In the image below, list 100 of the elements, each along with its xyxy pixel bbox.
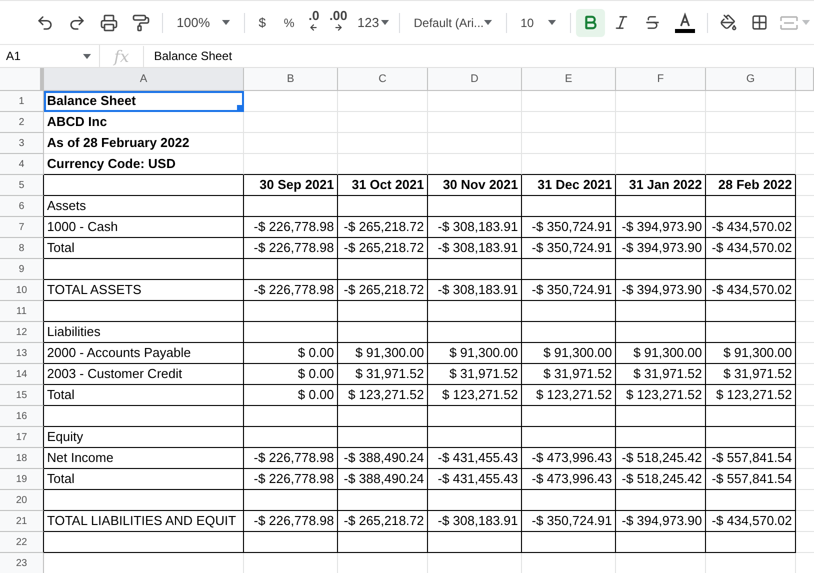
- row-number[interactable]: 5: [0, 175, 44, 196]
- table-cell: -$ 265,218.72: [338, 238, 428, 259]
- row-number[interactable]: 23: [0, 553, 44, 573]
- table-cell: 2003 - Customer Credit: [44, 364, 244, 385]
- table-cell: $ 0.00: [244, 364, 338, 385]
- font-dropdown[interactable]: Default (Ari...: [406, 8, 500, 36]
- table-cell: 31 Dec 2021: [522, 175, 616, 196]
- row-number[interactable]: 4: [0, 154, 44, 175]
- table-cell: $ 31,971.52: [522, 364, 616, 385]
- row-number[interactable]: 7: [0, 217, 44, 238]
- column-header[interactable]: F: [616, 68, 706, 90]
- column-header[interactable]: C: [338, 68, 428, 90]
- table-cell: -$ 226,778.98: [244, 238, 338, 259]
- row-number[interactable]: 9: [0, 259, 44, 280]
- column-header[interactable]: D: [428, 68, 522, 90]
- table-cell: -$ 350,724.91: [522, 511, 616, 532]
- table-cell: Assets: [44, 196, 244, 217]
- table-cell: -$ 265,218.72: [338, 511, 428, 532]
- table-cell: Balance Sheet: [44, 91, 244, 112]
- table-cell: $ 31,971.52: [616, 364, 706, 385]
- table-cell: -$ 350,724.91: [522, 238, 616, 259]
- table-cell: -$ 226,778.98: [244, 511, 338, 532]
- zoom-dropdown[interactable]: 100%: [168, 8, 238, 36]
- currency-button[interactable]: $: [250, 8, 274, 36]
- table-cell: -$ 308,183.91: [428, 238, 522, 259]
- table-cell: $ 123,271.52: [428, 385, 522, 406]
- row-number[interactable]: 22: [0, 532, 44, 553]
- row-number[interactable]: 19: [0, 469, 44, 490]
- table-cell: 28 Feb 2022: [706, 175, 796, 196]
- increase-decimals-button[interactable]: .00: [325, 8, 352, 36]
- caret-icon: [381, 20, 390, 25]
- table-cell: $ 0.00: [244, 343, 338, 364]
- table-cell: -$ 434,570.02: [706, 511, 796, 532]
- right-arrow-icon: [334, 22, 343, 32]
- percent-button[interactable]: %: [276, 8, 302, 36]
- table-cell: -$ 434,570.02: [706, 280, 796, 301]
- column-header[interactable]: G: [706, 68, 796, 90]
- row-number[interactable]: 13: [0, 343, 44, 364]
- caret-icon: [484, 20, 492, 25]
- decrease-decimals-button[interactable]: .0: [304, 8, 324, 36]
- caret-icon: [222, 20, 230, 25]
- table-cell: Currency Code: USD: [44, 154, 244, 175]
- number-format-dropdown[interactable]: 123: [353, 8, 394, 36]
- table-cell: 1000 - Cash: [44, 217, 244, 238]
- table-cell: Total: [44, 385, 244, 406]
- row-number[interactable]: 20: [0, 490, 44, 511]
- row-number[interactable]: 2: [0, 112, 44, 133]
- table-cell: TOTAL LIABILITIES AND EQUIT: [44, 511, 244, 532]
- row-number[interactable]: 14: [0, 364, 44, 385]
- table-cell: 30 Nov 2021: [428, 175, 522, 196]
- table-cell: -$ 434,570.02: [706, 238, 796, 259]
- table-cell: -$ 388,490.24: [338, 448, 428, 469]
- formula-input[interactable]: Balance Sheet: [144, 45, 814, 67]
- table-cell: Net Income: [44, 448, 244, 469]
- table-cell: $ 91,300.00: [522, 343, 616, 364]
- row-number[interactable]: 3: [0, 133, 44, 154]
- table-cell: 31 Oct 2021: [338, 175, 428, 196]
- table-cell: -$ 308,183.91: [428, 511, 522, 532]
- table-cell: -$ 557,841.54: [706, 448, 796, 469]
- table-cell: $ 123,271.52: [338, 385, 428, 406]
- row-number[interactable]: 15: [0, 385, 44, 406]
- table-cell: -$ 394,973.90: [616, 280, 706, 301]
- table-cell: Total: [44, 469, 244, 490]
- font-size-dropdown[interactable]: 10: [512, 8, 564, 36]
- fill-handle[interactable]: [237, 105, 243, 111]
- table-cell: -$ 308,183.91: [428, 217, 522, 238]
- name-box[interactable]: A1: [0, 45, 100, 67]
- table-cell: -$ 557,841.54: [706, 469, 796, 490]
- table-cell: -$ 518,245.42: [616, 448, 706, 469]
- table-cell: -$ 265,218.72: [338, 217, 428, 238]
- row-number[interactable]: 16: [0, 406, 44, 427]
- row-number[interactable]: 8: [0, 238, 44, 259]
- bold-icon[interactable]: [576, 8, 606, 36]
- table-cell: $ 123,271.52: [616, 385, 706, 406]
- table-cell: $ 31,971.52: [428, 364, 522, 385]
- row-number[interactable]: 12: [0, 322, 44, 343]
- row-number[interactable]: 11: [0, 301, 44, 322]
- table-cell: -$ 473,996.43: [522, 469, 616, 490]
- table-cell: -$ 350,724.91: [522, 217, 616, 238]
- row-number[interactable]: 18: [0, 448, 44, 469]
- table-cell: $ 31,971.52: [338, 364, 428, 385]
- row-number[interactable]: 17: [0, 427, 44, 448]
- table-cell: -$ 431,455.43: [428, 448, 522, 469]
- table-cell: -$ 226,778.98: [244, 469, 338, 490]
- table-cell: -$ 226,778.98: [244, 280, 338, 301]
- table-cell: -$ 388,490.24: [338, 469, 428, 490]
- column-header[interactable]: B: [244, 68, 338, 90]
- table-cell: $ 91,300.00: [616, 343, 706, 364]
- caret-icon: [802, 20, 810, 25]
- row-number[interactable]: 10: [0, 280, 44, 301]
- row-number[interactable]: 1: [0, 91, 44, 112]
- row-number[interactable]: 6: [0, 196, 44, 217]
- table-cell: -$ 394,973.90: [616, 238, 706, 259]
- table-cell: -$ 226,778.98: [244, 217, 338, 238]
- table-cell: $ 91,300.00: [428, 343, 522, 364]
- table-cell: -$ 350,724.91: [522, 280, 616, 301]
- row-number[interactable]: 21: [0, 511, 44, 532]
- caret-icon: [548, 20, 556, 25]
- column-header[interactable]: A: [44, 68, 244, 90]
- column-header[interactable]: E: [522, 68, 616, 90]
